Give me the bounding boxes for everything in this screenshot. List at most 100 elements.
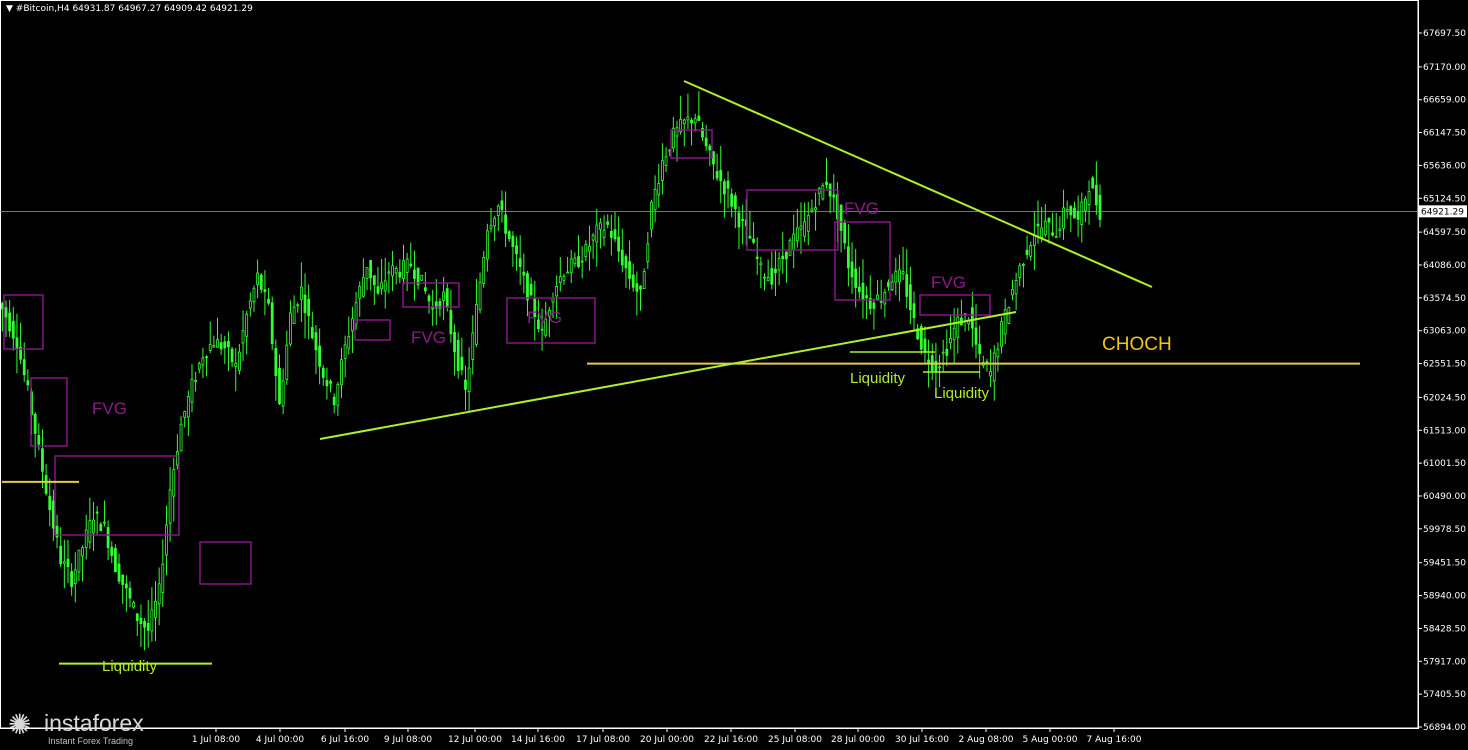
candle-body: [361, 277, 365, 297]
candle-body: [358, 286, 362, 299]
candle-body: [453, 331, 456, 353]
x-tick-label: 28 Jul 00:00: [831, 735, 885, 745]
candle-body: [624, 256, 628, 269]
y-tick-label: 63574.50: [1423, 294, 1466, 304]
candle-body: [212, 345, 216, 348]
x-tick-label: 30 Jul 16:00: [895, 735, 949, 745]
candle-body: [442, 291, 446, 301]
candle-body: [41, 448, 44, 472]
candle-body: [1036, 223, 1040, 227]
candle-body: [128, 587, 132, 599]
y-tick-label: 63063.00: [1423, 327, 1466, 337]
candle-body: [449, 310, 453, 335]
candle-body: [865, 295, 869, 299]
candle-body: [872, 302, 876, 309]
candle-body: [263, 289, 267, 292]
candle-body: [420, 274, 424, 281]
candle-body: [1022, 263, 1025, 266]
candle-body: [139, 617, 143, 625]
candle-body: [938, 366, 941, 369]
candle-body: [949, 337, 952, 344]
candle-body: [365, 267, 369, 279]
candle-body: [912, 303, 916, 319]
candle-body: [697, 115, 701, 121]
candle-body: [500, 200, 504, 211]
candle-body: [861, 282, 865, 300]
candle-body: [795, 227, 799, 242]
candle-body: [504, 214, 507, 234]
candle-body: [876, 294, 879, 300]
candle-body: [1029, 244, 1033, 257]
x-tick-label: 6 Jul 16:00: [321, 735, 370, 745]
candle-body: [423, 287, 427, 292]
candle-body: [1094, 184, 1098, 206]
candle-body: [48, 495, 52, 511]
candle-body: [887, 281, 890, 288]
candle-body: [737, 212, 741, 228]
candle-body: [890, 281, 894, 290]
candle-body: [1091, 177, 1095, 189]
candle-body: [854, 268, 858, 288]
time-axis: 1 Jul 08:00 4 Jul 00:00 6 Jul 16:00 9 Jul 0…: [192, 728, 1142, 745]
candle-body: [270, 302, 274, 345]
candle-body: [1018, 265, 1022, 278]
y-tick-label: 62024.50: [1423, 393, 1466, 403]
candle-body: [1058, 228, 1062, 232]
candle-body: [730, 193, 734, 207]
candle-body: [398, 272, 402, 278]
candle-body: [292, 306, 296, 324]
candle-body: [573, 257, 577, 265]
candle-body: [478, 281, 482, 310]
y-tick-label: 59978.50: [1423, 525, 1466, 535]
candle-body: [267, 298, 270, 304]
choch-label: CHOCH: [1102, 334, 1172, 355]
candle-body: [409, 263, 413, 267]
candle-body: [653, 188, 657, 211]
x-tick-label: 17 Jul 08:00: [576, 735, 630, 745]
candle-body: [248, 300, 252, 309]
candle-body: [318, 345, 322, 367]
candle-body: [482, 256, 486, 284]
candle-body: [642, 271, 646, 289]
candle-body: [763, 276, 766, 279]
candle-body: [154, 600, 157, 618]
candle-body: [996, 348, 1000, 358]
candle-body: [460, 356, 464, 371]
x-tick-label: 14 Jul 16:00: [511, 735, 565, 745]
y-tick-label: 58940.00: [1423, 592, 1466, 602]
candle-body: [741, 219, 745, 221]
candle-body: [205, 356, 208, 359]
candle-body: [124, 583, 128, 589]
x-tick-label: 2 Aug 08:00: [959, 735, 1014, 745]
candle-body: [620, 249, 624, 266]
candle-body: [857, 286, 861, 293]
y-tick-label: 67170.00: [1423, 63, 1466, 73]
candle-body: [821, 185, 825, 200]
candle-body: [391, 265, 394, 277]
candle-body: [1054, 236, 1058, 238]
dropdown-icon[interactable]: ▼: [6, 4, 13, 14]
candle-body: [526, 273, 529, 301]
candle-body: [566, 271, 569, 274]
candle-body: [110, 546, 114, 556]
x-tick-label: 5 Aug 00:00: [1023, 735, 1078, 745]
y-tick-label: 61513.00: [1423, 426, 1466, 436]
candle-body: [73, 569, 77, 584]
candle-body: [347, 336, 351, 349]
candle-body: [70, 571, 74, 587]
candle-body: [106, 527, 110, 548]
candle-body: [555, 286, 559, 297]
candle-body: [179, 423, 183, 452]
candle-body: [59, 545, 63, 565]
candle-body: [923, 338, 927, 352]
candle-body: [208, 344, 212, 351]
candle-body: [1076, 211, 1080, 220]
y-tick-label: 62551.50: [1423, 360, 1466, 370]
y-tick-label: 56894.00: [1423, 723, 1466, 733]
candle-body: [825, 181, 828, 186]
y-tick-label: 59451.50: [1423, 559, 1466, 569]
candle-body: [704, 137, 708, 147]
candle-body: [321, 367, 325, 378]
candle-body: [376, 286, 380, 294]
candle-body: [883, 291, 887, 305]
